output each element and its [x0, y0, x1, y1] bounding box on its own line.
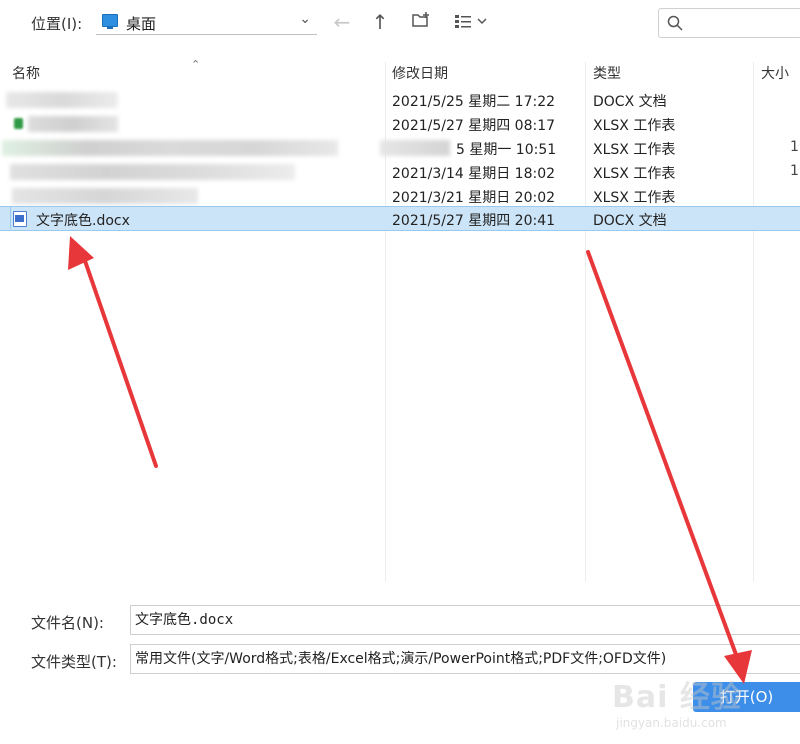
file-type: XLSX 工作表 — [593, 142, 676, 158]
location-label: 位置(I): — [31, 15, 83, 33]
file-type: XLSX 工作表 — [593, 166, 676, 182]
location-toolbar: 位置(I): 桌面 ⌄ ← ↑ — [0, 0, 800, 48]
open-button[interactable]: 打开(O) — [693, 682, 800, 712]
file-type: DOCX 文档 — [593, 94, 667, 110]
blurred-filename — [12, 188, 198, 204]
blurred-filename — [28, 116, 118, 132]
xlsx-icon — [14, 118, 23, 129]
file-modified: 2021/5/25 星期二 17:22 — [392, 94, 556, 110]
file-modified: 2021/3/14 星期日 18:02 — [392, 166, 556, 182]
filetype-select[interactable]: 常用文件(文字/Word格式;表格/Excel格式;演示/PowerPoint格… — [130, 644, 800, 674]
column-header-name[interactable]: 名称 — [12, 58, 40, 88]
chevron-down-icon[interactable]: ⌄ — [299, 11, 311, 27]
filetype-label: 文件类型(T): — [31, 653, 117, 671]
column-header-size[interactable]: 大小 — [761, 58, 789, 88]
search-box[interactable] — [658, 8, 800, 38]
file-modified: 5 星期一 10:51 — [456, 142, 557, 158]
new-folder-icon[interactable] — [408, 9, 434, 35]
search-icon — [667, 15, 683, 31]
file-list: ⌃ 名称 修改日期 类型 大小 2021/5/25 星期二 17:22 DOCX… — [0, 58, 800, 588]
file-modified: 2021/5/27 星期四 08:17 — [392, 118, 556, 134]
search-input[interactable] — [689, 13, 793, 33]
blurred-filename — [10, 164, 295, 180]
blurred-date — [380, 140, 450, 156]
blurred-filename — [6, 92, 118, 108]
file-type: XLSX 工作表 — [593, 190, 676, 206]
location-value: 桌面 — [126, 15, 157, 33]
column-header-type[interactable]: 类型 — [593, 58, 621, 88]
file-modified: 2021/3/21 星期日 20:02 — [392, 190, 556, 206]
sort-ascending-icon: ⌃ — [191, 58, 201, 71]
list-item-selected[interactable]: 文字底色.docx 2021/5/27 星期四 20:41 DOCX 文档 — [0, 206, 800, 231]
location-dropdown[interactable]: 桌面 ⌄ — [96, 8, 317, 35]
arrow-up-icon[interactable]: ↑ — [367, 9, 393, 35]
file-size: 1 — [790, 163, 799, 179]
dialog-footer: 文件名(N): 文字底色.docx 文件类型(T): 常用文件(文字/Word格… — [0, 596, 800, 744]
arrow-left-icon[interactable]: ← — [329, 9, 355, 35]
column-header-modified[interactable]: 修改日期 — [392, 58, 448, 88]
list-item[interactable]: 2021/5/25 星期二 17:22 DOCX 文档 — [0, 88, 800, 111]
list-item[interactable]: 2021/3/21 星期日 20:02 XLSX 工作表 — [0, 184, 800, 207]
file-name: 文字底色.docx — [36, 213, 130, 229]
list-item[interactable]: 2021/3/14 星期日 18:02 XLSX 工作表 1 — [0, 160, 800, 183]
docx-file-icon — [13, 211, 27, 227]
view-list-icon[interactable] — [452, 9, 492, 35]
file-type: XLSX 工作表 — [593, 118, 676, 134]
list-item[interactable]: 5 星期一 10:51 XLSX 工作表 1 — [0, 136, 800, 159]
list-item[interactable]: 2021/5/27 星期四 08:17 XLSX 工作表 — [0, 112, 800, 135]
blurred-filename — [2, 140, 338, 156]
desktop-icon — [102, 14, 118, 29]
filename-input[interactable]: 文字底色.docx — [130, 605, 800, 635]
file-modified: 2021/5/27 星期四 20:41 — [392, 213, 556, 229]
file-size: 1 — [790, 139, 799, 155]
filename-label: 文件名(N): — [31, 614, 104, 632]
file-type: DOCX 文档 — [593, 213, 667, 229]
